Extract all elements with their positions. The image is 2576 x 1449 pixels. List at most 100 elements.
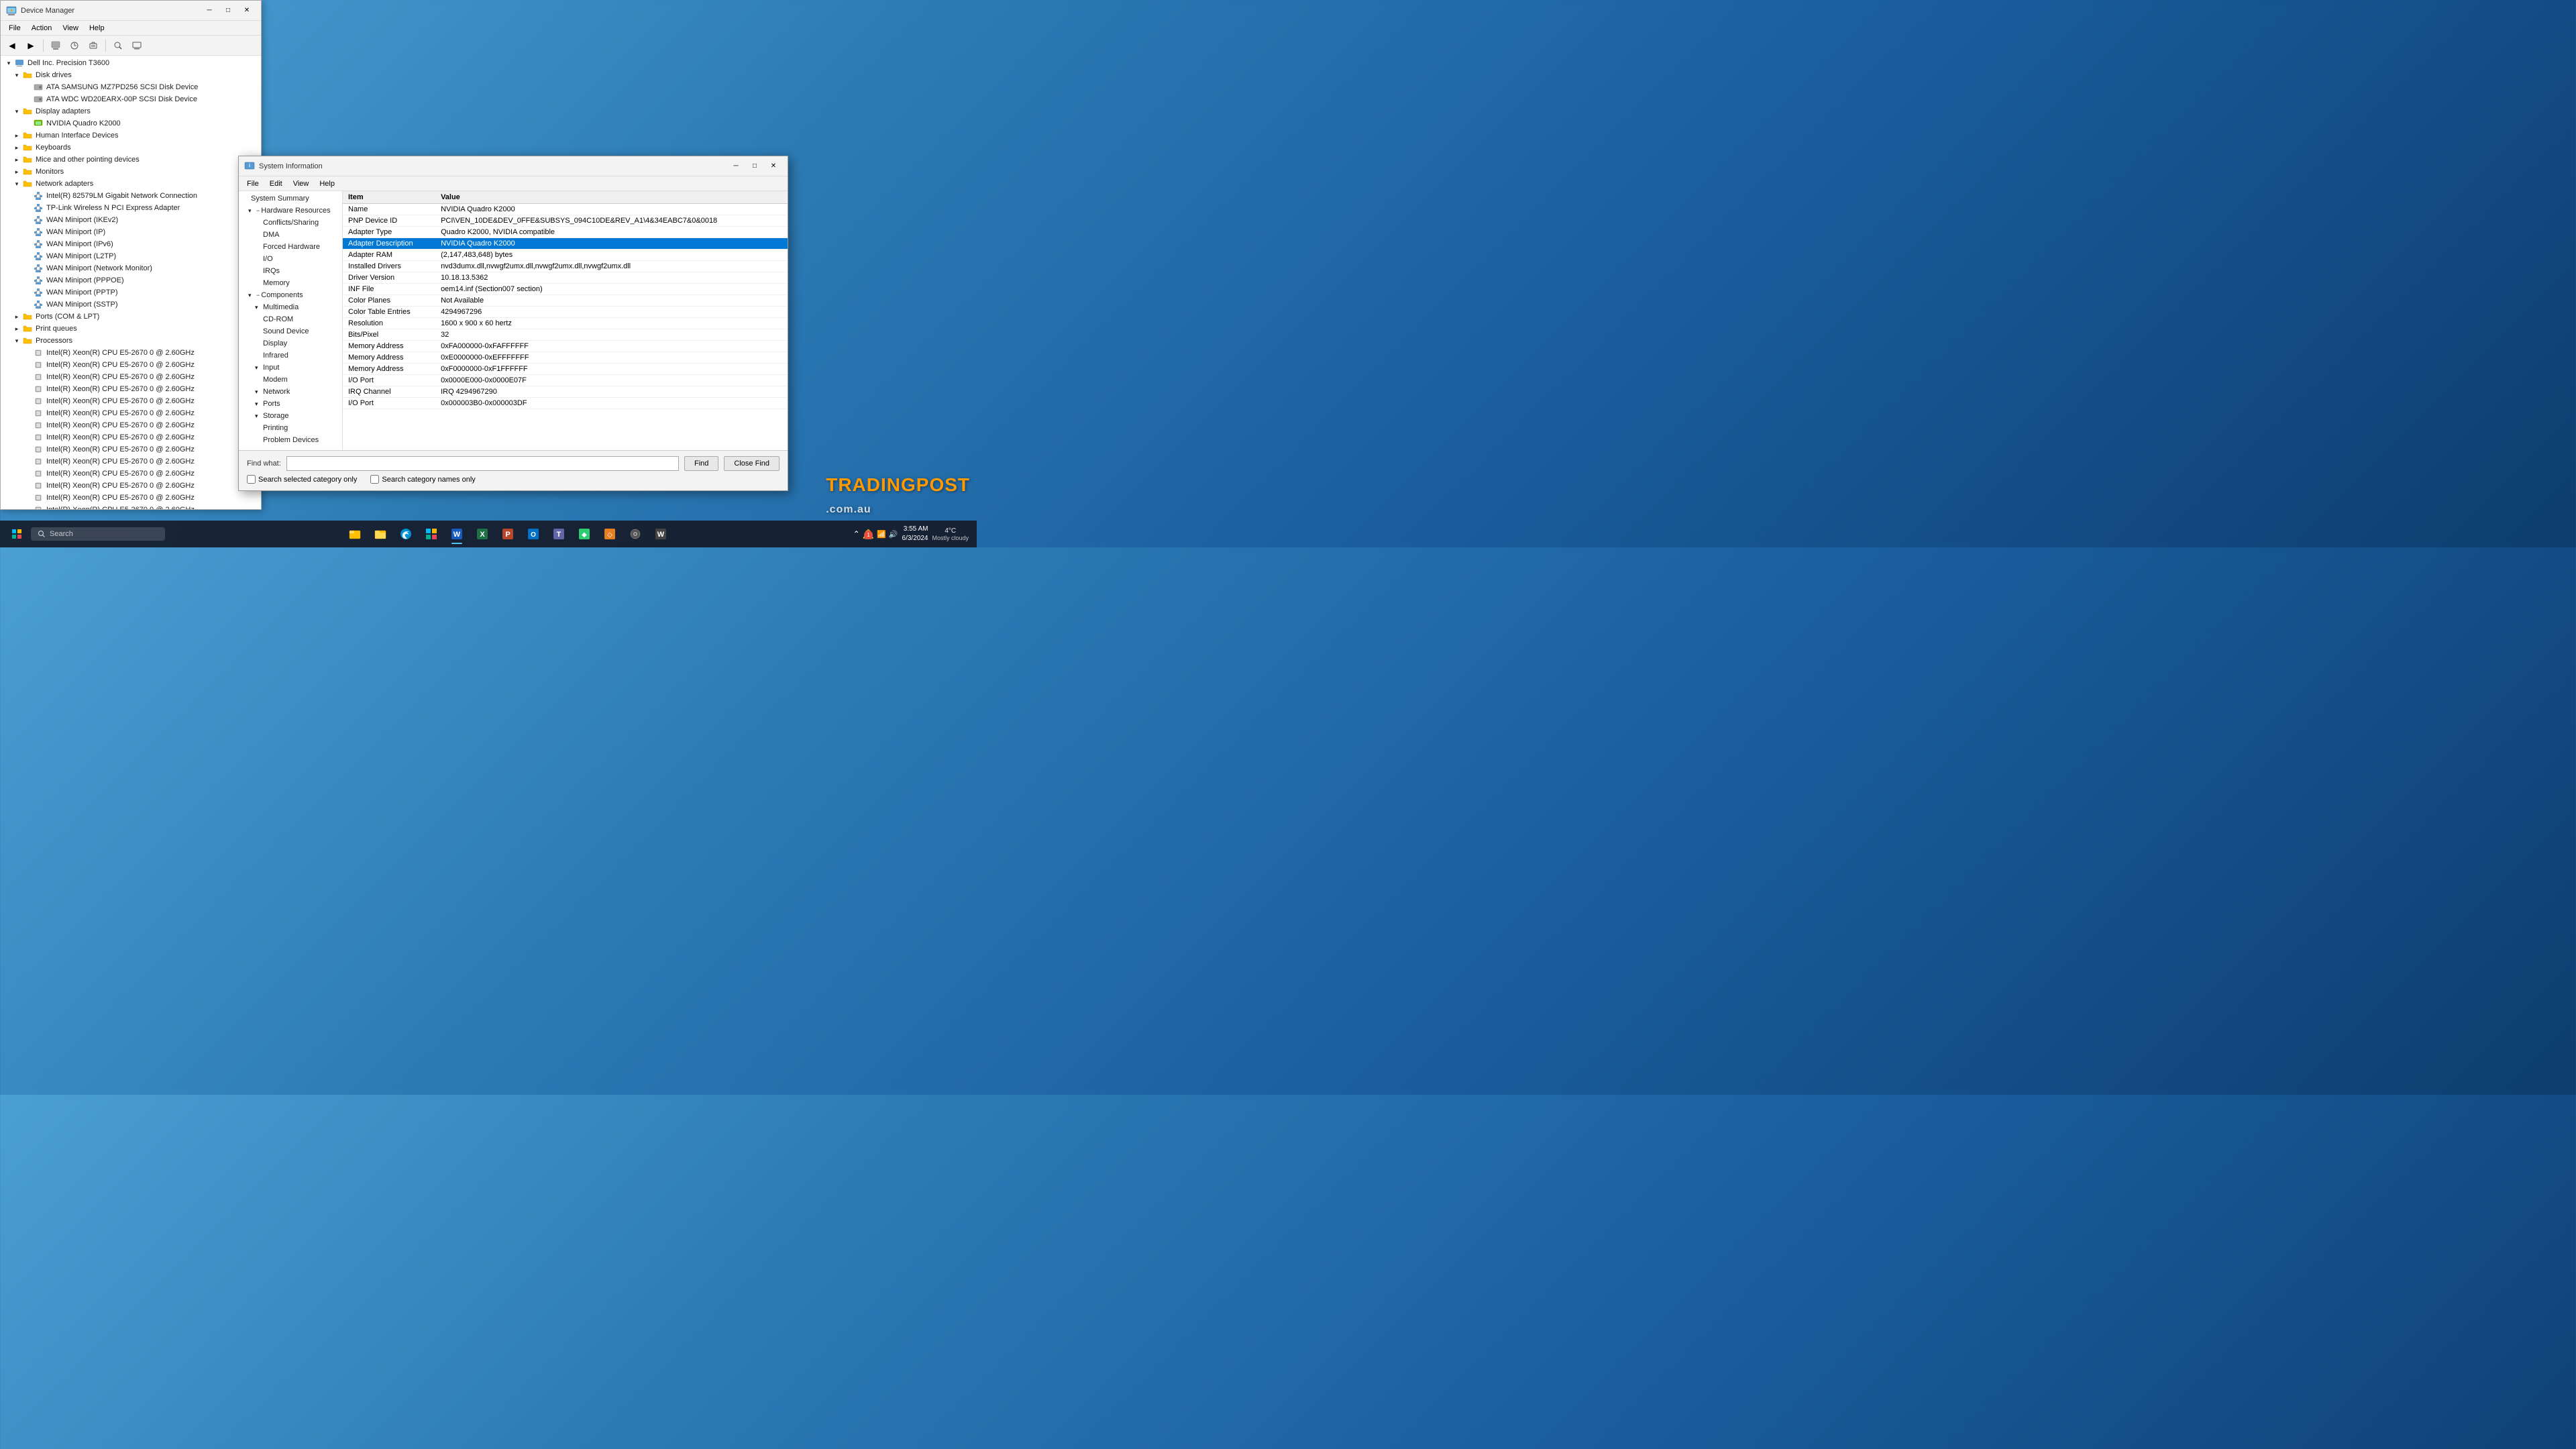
tree-item[interactable]: WAN Miniport (L2TP) (2, 250, 260, 262)
tree-item[interactable]: Intel(R) Xeon(R) CPU E5-2670 0 @ 2.60GHz (2, 347, 260, 359)
sysinfo-tree-item[interactable]: ▾Network (240, 386, 341, 398)
sysinfo-tree-item[interactable]: ▾Storage (240, 410, 341, 422)
close-find-button[interactable]: Close Find (724, 456, 780, 471)
taskbar-app-file-explorer[interactable] (369, 523, 392, 545)
tree-item[interactable]: WAN Miniport (IKEv2) (2, 214, 260, 226)
tree-item[interactable]: ▸Keyboards (2, 142, 260, 154)
table-row[interactable]: Memory Address0xE0000000-0xEFFFFFFF (343, 352, 788, 364)
table-row[interactable]: Color PlanesNot Available (343, 295, 788, 307)
table-row[interactable]: NameNVIDIA Quadro K2000 (343, 204, 788, 215)
sysinfo-menu-help[interactable]: Help (314, 178, 340, 189)
sysinfo-tree-item[interactable]: Problem Devices (240, 434, 341, 446)
forward-button[interactable]: ▶ (22, 38, 40, 54)
sysinfo-tree-item[interactable]: IRQs (240, 265, 341, 277)
tree-item[interactable]: ▸Monitors (2, 166, 260, 178)
search-selected-checkbox[interactable] (247, 475, 256, 484)
table-row[interactable]: Adapter DescriptionNVIDIA Quadro K2000 (343, 238, 788, 250)
sysinfo-tree-item[interactable]: CD-ROM (240, 313, 341, 325)
table-row[interactable]: Adapter RAM(2,147,483,648) bytes (343, 250, 788, 261)
taskbar-app-app2[interactable]: ◇ (598, 523, 621, 545)
table-row[interactable]: I/O Port0x0000E000-0x0000E07F (343, 375, 788, 386)
sysinfo-tree-item[interactable]: System Summary (240, 193, 341, 205)
find-button[interactable]: Find (684, 456, 718, 471)
sysinfo-menu-file[interactable]: File (241, 178, 264, 189)
sysinfo-menu-view[interactable]: View (288, 178, 315, 189)
sysinfo-tree-item[interactable]: ▾−Hardware Resources (240, 205, 341, 217)
tree-item[interactable]: NVIDIA Quadro K2000 (2, 117, 260, 129)
table-row[interactable]: Memory Address0xF0000000-0xF1FFFFFF (343, 364, 788, 375)
search-names-checkbox[interactable] (370, 475, 379, 484)
tree-item[interactable]: WAN Miniport (IP) (2, 226, 260, 238)
sysinfo-tree-item[interactable]: I/O (240, 253, 341, 265)
taskbar-app-word[interactable]: W (445, 523, 468, 545)
taskbar-app-explorer[interactable] (343, 523, 366, 545)
tree-item[interactable]: ▾Disk drives (2, 69, 260, 81)
taskbar-app-outlook[interactable]: O (522, 523, 545, 545)
sysinfo-tree-item[interactable]: Memory (240, 277, 341, 289)
find-input[interactable] (286, 456, 679, 471)
search-selected-label[interactable]: Search selected category only (247, 475, 357, 484)
taskbar-app-excel[interactable]: X (471, 523, 494, 545)
devices-button[interactable] (128, 38, 146, 54)
taskbar-app-ppt[interactable]: P (496, 523, 519, 545)
maximize-button[interactable]: □ (219, 4, 237, 17)
tree-item[interactable]: Intel(R) Xeon(R) CPU E5-2670 0 @ 2.60GHz (2, 443, 260, 455)
table-row[interactable]: IRQ ChannelIRQ 4294967290 (343, 386, 788, 398)
tree-item[interactable]: Intel(R) Xeon(R) CPU E5-2670 0 @ 2.60GHz (2, 383, 260, 395)
update-driver-button[interactable] (66, 38, 83, 54)
minimize-button[interactable]: ─ (201, 4, 218, 17)
sysinfo-tree-item[interactable]: Modem (240, 374, 341, 386)
table-row[interactable]: I/O Port0x000003B0-0x000003DF (343, 398, 788, 409)
table-row[interactable]: Adapter TypeQuadro K2000, NVIDIA compati… (343, 227, 788, 238)
scan-button[interactable] (109, 38, 127, 54)
sysinfo-tree-item[interactable]: Forced Hardware (240, 241, 341, 253)
tree-item[interactable]: TP-Link Wireless N PCI Express Adapter (2, 202, 260, 214)
close-button[interactable]: ✕ (238, 4, 256, 17)
taskbar-app-edge[interactable] (394, 523, 417, 545)
sysinfo-tree-item[interactable]: Printing (240, 422, 341, 434)
back-button[interactable]: ◀ (3, 38, 21, 54)
tree-item[interactable]: ▸Human Interface Devices (2, 129, 260, 142)
uninstall-button[interactable] (85, 38, 102, 54)
tree-item[interactable]: WAN Miniport (IPv6) (2, 238, 260, 250)
taskbar-datetime[interactable]: 3:55 AM 6/3/2024 (902, 525, 928, 543)
tree-item[interactable]: Intel(R) Xeon(R) CPU E5-2670 0 @ 2.60GHz (2, 395, 260, 407)
tree-item[interactable]: ▸Ports (COM & LPT) (2, 311, 260, 323)
taskbar-app-app1[interactable]: ◆ (573, 523, 596, 545)
table-row[interactable]: Installed Driversnvd3dumx.dll,nvwgf2umx.… (343, 261, 788, 272)
table-row[interactable]: Resolution1600 x 900 x 60 hertz (343, 318, 788, 329)
taskbar-app-settings[interactable] (624, 523, 647, 545)
tree-item[interactable]: WAN Miniport (PPPOE) (2, 274, 260, 286)
tree-item[interactable]: ▸Print queues (2, 323, 260, 335)
menu-file[interactable]: File (3, 23, 26, 34)
tree-item[interactable]: Intel(R) Xeon(R) CPU E5-2670 0 @ 2.60GHz (2, 455, 260, 468)
tree-item[interactable]: Intel(R) Xeon(R) CPU E5-2670 0 @ 2.60GHz (2, 359, 260, 371)
sysinfo-tree-item[interactable]: Display (240, 337, 341, 350)
sysinfo-table-area[interactable]: Item Value NameNVIDIA Quadro K2000PNP De… (343, 191, 788, 450)
tree-item[interactable]: WAN Miniport (PPTP) (2, 286, 260, 299)
tree-item[interactable]: ATA SAMSUNG MZ7PD256 SCSI Disk Device (2, 81, 260, 93)
taskbar-app-app3[interactable]: W (649, 523, 672, 545)
tree-item[interactable]: Intel(R) Xeon(R) CPU E5-2670 0 @ 2.60GHz (2, 492, 260, 504)
tree-item[interactable]: Intel(R) Xeon(R) CPU E5-2670 0 @ 2.60GHz (2, 431, 260, 443)
weather-widget[interactable]: 4°C Mostly cloudy (932, 527, 969, 541)
tree-item[interactable]: Intel(R) Xeon(R) CPU E5-2670 0 @ 2.60GHz (2, 407, 260, 419)
search-bar[interactable]: Search (31, 527, 165, 541)
system-info-window[interactable]: i System Information ─ □ ✕ File Edit Vie… (238, 156, 788, 491)
table-row[interactable]: Memory Address0xFA000000-0xFAFFFFFF (343, 341, 788, 352)
tree-item[interactable]: Intel(R) Xeon(R) CPU E5-2670 0 @ 2.60GHz (2, 468, 260, 480)
search-names-label[interactable]: Search category names only (370, 475, 475, 484)
start-button[interactable] (5, 523, 28, 545)
sysinfo-tree-item[interactable]: Infrared (240, 350, 341, 362)
tree-item[interactable]: ▸Mice and other pointing devices (2, 154, 260, 166)
sysinfo-tree-item[interactable]: ▾Input (240, 362, 341, 374)
device-manager-window[interactable]: Device Manager ─ □ ✕ File Action View He… (0, 0, 262, 510)
tree-item[interactable]: ▾Display adapters (2, 105, 260, 117)
sysinfo-maximize[interactable]: □ (746, 160, 763, 173)
table-row[interactable]: Driver Version10.18.13.5362 (343, 272, 788, 284)
tree-item[interactable]: WAN Miniport (Network Monitor) (2, 262, 260, 274)
table-row[interactable]: Bits/Pixel32 (343, 329, 788, 341)
tree-item[interactable]: Intel(R) Xeon(R) CPU E5-2670 0 @ 2.60GHz (2, 480, 260, 492)
menu-view[interactable]: View (57, 23, 84, 34)
tree-item[interactable]: ATA WDC WD20EARX-00P SCSI Disk Device (2, 93, 260, 105)
